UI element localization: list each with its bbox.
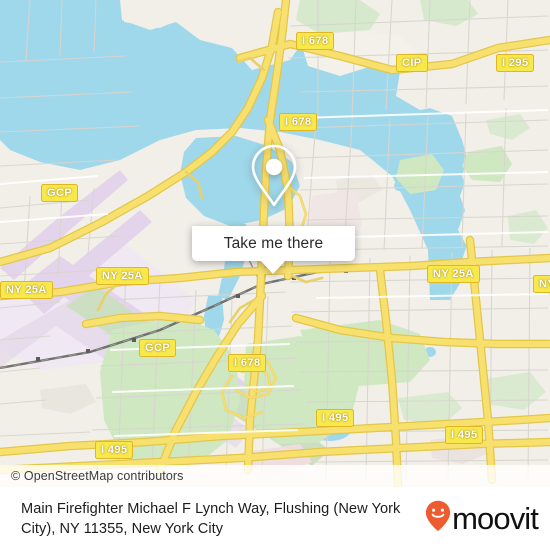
highway-shield: I 678 — [296, 32, 335, 50]
map-screenshot: I 678 CIP I 295 I 678 GCP NY 25A NY 25A NY 25A N… — [0, 0, 550, 550]
highway-shield: NY 25A — [533, 275, 550, 293]
map-attribution: © OpenStreetMap contributors — [0, 465, 550, 487]
footer-bar: Main Firefighter Michael F Lynch Way, Fl… — [0, 487, 550, 550]
highway-shield: CIP — [396, 54, 428, 72]
callout-pointer-tail — [260, 260, 286, 274]
highway-shield: NY 25A — [0, 281, 53, 299]
location-callout-card[interactable]: Take me there — [192, 126, 355, 274]
highway-shield: I 678 — [228, 354, 267, 372]
callout-cta-label: Take me there — [223, 234, 324, 252]
moovit-brand[interactable]: moovit — [425, 500, 550, 537]
highway-shield: NY 25A — [96, 267, 149, 285]
callout-green-panel — [192, 126, 355, 226]
highway-shield: I 495 — [95, 441, 134, 459]
highway-shield: GCP — [41, 184, 79, 202]
moovit-pin-smiley-icon — [425, 500, 451, 537]
highway-shield: I 495 — [316, 409, 355, 427]
callout-cta-button[interactable]: Take me there — [192, 226, 355, 261]
highway-shield: I 495 — [445, 426, 484, 444]
moovit-wordmark: moovit — [452, 500, 539, 536]
highway-shield: NY 25A — [427, 265, 480, 283]
attribution-text: © OpenStreetMap contributors — [11, 469, 184, 483]
map-pin-icon — [192, 126, 355, 226]
location-address: Main Firefighter Michael F Lynch Way, Fl… — [21, 500, 401, 537]
highway-shield: I 295 — [496, 54, 535, 72]
highway-shield: GCP — [139, 339, 177, 357]
